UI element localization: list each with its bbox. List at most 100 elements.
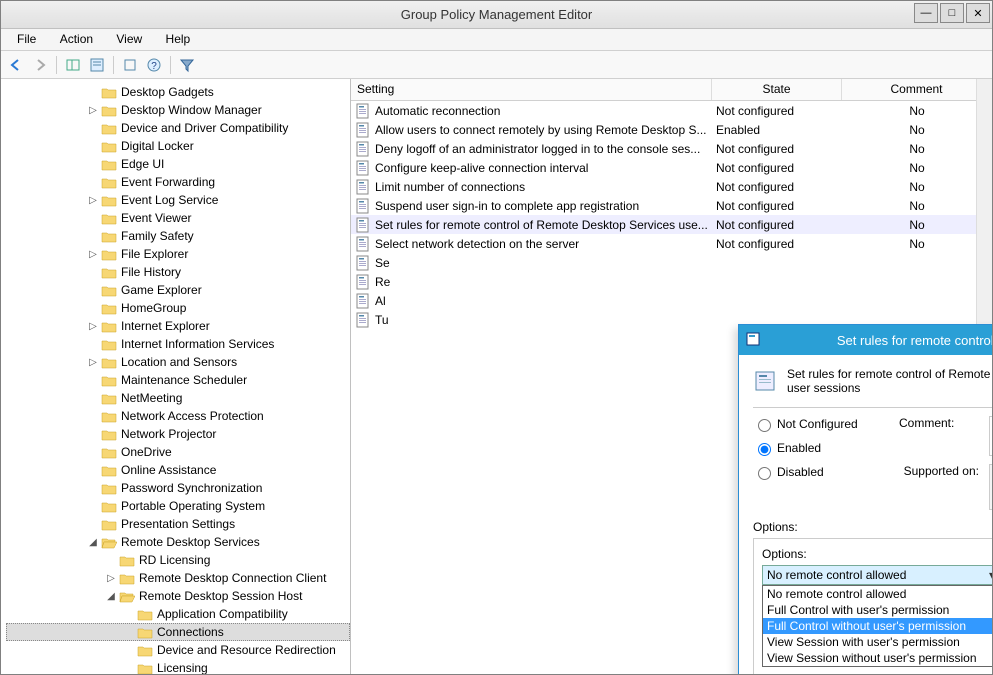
tree-item[interactable]: ◢Remote Desktop Services <box>7 533 350 551</box>
tree-item[interactable]: Network Access Protection <box>7 407 350 425</box>
tree-item[interactable]: Online Assistance <box>7 461 350 479</box>
folder-icon <box>101 302 117 315</box>
folder-icon <box>101 320 117 333</box>
tree-item[interactable]: Licensing <box>7 659 350 674</box>
tree-item-label: Family Safety <box>121 229 194 243</box>
tree-item[interactable]: Device and Resource Redirection <box>7 641 350 659</box>
tree-item[interactable]: Portable Operating System <box>7 497 350 515</box>
menu-view[interactable]: View <box>106 29 152 46</box>
options-combo[interactable]: No remote control allowed No remote cont… <box>762 565 992 667</box>
expander-icon[interactable]: ▷ <box>87 249 99 260</box>
folder-icon <box>119 554 135 567</box>
tree-item[interactable]: Event Viewer <box>7 209 350 227</box>
setting-name: Automatic reconnection <box>375 104 500 118</box>
combo-option[interactable]: View Session without user's permission <box>763 650 992 666</box>
tree-pane[interactable]: Desktop Gadgets▷Desktop Window ManagerDe… <box>1 79 351 674</box>
menu-file[interactable]: File <box>7 29 46 46</box>
folder-open-icon <box>101 536 117 549</box>
expander-icon[interactable]: ▷ <box>87 105 99 116</box>
radio-not-configured[interactable]: Not Configured <box>753 416 883 432</box>
tree-item[interactable]: Application Compatibility <box>7 605 350 623</box>
tree-item[interactable]: Presentation Settings <box>7 515 350 533</box>
forward-button[interactable] <box>29 54 51 76</box>
tree-item[interactable]: Family Safety <box>7 227 350 245</box>
dialog-titlebar[interactable]: Set rules for remote control of Remote D… <box>739 325 992 355</box>
tree-item[interactable]: Event Forwarding <box>7 173 350 191</box>
expander-icon[interactable]: ▷ <box>87 357 99 368</box>
setting-state: Not configured <box>712 142 842 156</box>
help-button[interactable]: ? <box>143 54 165 76</box>
combo-selected[interactable]: No remote control allowed <box>762 565 992 585</box>
col-comment[interactable]: Comment <box>842 79 992 100</box>
combo-option[interactable]: Full Control with user's permission <box>763 602 992 618</box>
close-button[interactable]: ✕ <box>966 3 990 23</box>
folder-icon <box>101 374 117 387</box>
setting-row[interactable]: Se <box>351 253 992 272</box>
tree-item-label: Desktop Gadgets <box>121 85 214 99</box>
back-button[interactable] <box>5 54 27 76</box>
tree-item[interactable]: ▷Remote Desktop Connection Client <box>7 569 350 587</box>
tree-item[interactable]: ▷Location and Sensors <box>7 353 350 371</box>
tree-item[interactable]: ◢Remote Desktop Session Host <box>7 587 350 605</box>
tree-item[interactable]: Password Synchronization <box>7 479 350 497</box>
tree-item[interactable]: NetMeeting <box>7 389 350 407</box>
radio-enabled[interactable]: Enabled <box>753 440 883 456</box>
expander-icon[interactable]: ▷ <box>87 195 99 206</box>
setting-row[interactable]: Suspend user sign-in to complete app reg… <box>351 196 992 215</box>
setting-row[interactable]: Deny logoff of an administrator logged i… <box>351 139 992 158</box>
tree-item[interactable]: OneDrive <box>7 443 350 461</box>
tree-item[interactable]: Internet Information Services <box>7 335 350 353</box>
maximize-button[interactable]: □ <box>940 3 964 23</box>
tree-item[interactable]: ▷File Explorer <box>7 245 350 263</box>
col-setting[interactable]: Setting <box>351 79 712 100</box>
expander-icon[interactable]: ◢ <box>87 537 99 548</box>
tree-item[interactable]: Connections <box>6 623 350 641</box>
svg-text:?: ? <box>151 61 157 72</box>
properties-button[interactable] <box>86 54 108 76</box>
setting-row[interactable]: Allow users to connect remotely by using… <box>351 120 992 139</box>
tree-item-label: Online Assistance <box>121 463 216 477</box>
setting-row[interactable]: Select network detection on the serverNo… <box>351 234 992 253</box>
col-state[interactable]: State <box>712 79 842 100</box>
tree-item[interactable]: HomeGroup <box>7 299 350 317</box>
setting-row[interactable]: Al <box>351 291 992 310</box>
show-hide-button[interactable] <box>62 54 84 76</box>
tree-item[interactable]: Edge UI <box>7 155 350 173</box>
filter-button[interactable] <box>176 54 198 76</box>
tree-item[interactable]: File History <box>7 263 350 281</box>
tree-item[interactable]: Desktop Gadgets <box>7 83 350 101</box>
expander-icon[interactable]: ▷ <box>87 321 99 332</box>
expander-icon[interactable]: ▷ <box>105 573 117 584</box>
refresh-button[interactable] <box>119 54 141 76</box>
tree-item[interactable]: Game Explorer <box>7 281 350 299</box>
tree-item[interactable]: ▷Internet Explorer <box>7 317 350 335</box>
expander-icon[interactable]: ◢ <box>105 591 117 602</box>
setting-state: Not configured <box>712 180 842 194</box>
menu-action[interactable]: Action <box>50 29 103 46</box>
menubar: File Action View Help <box>1 29 992 51</box>
tree-item[interactable]: Network Projector <box>7 425 350 443</box>
combo-option[interactable]: No remote control allowed <box>763 586 992 602</box>
comment-textbox[interactable] <box>989 416 992 456</box>
combo-option[interactable]: View Session with user's permission <box>763 634 992 650</box>
folder-icon <box>101 212 117 225</box>
setting-row[interactable]: Configure keep-alive connection interval… <box>351 158 992 177</box>
tree-item-label: Digital Locker <box>121 139 194 153</box>
tree-item[interactable]: Digital Locker <box>7 137 350 155</box>
minimize-button[interactable]: — <box>914 3 938 23</box>
setting-comment: No <box>842 199 992 213</box>
tree-item[interactable]: Maintenance Scheduler <box>7 371 350 389</box>
tree-item[interactable]: Device and Driver Compatibility <box>7 119 350 137</box>
tree-item[interactable]: RD Licensing <box>7 551 350 569</box>
setting-row[interactable]: Set rules for remote control of Remote D… <box>351 215 992 234</box>
setting-row[interactable]: Limit number of connectionsNot configure… <box>351 177 992 196</box>
policy-sheet-icon <box>355 122 371 138</box>
combo-option[interactable]: Full Control without user's permission <box>763 618 992 634</box>
menu-help[interactable]: Help <box>156 29 201 46</box>
setting-row[interactable]: Automatic reconnectionNot configuredNo <box>351 101 992 120</box>
policy-sheet-icon <box>355 274 371 290</box>
radio-disabled[interactable]: Disabled <box>753 464 883 480</box>
tree-item[interactable]: ▷Desktop Window Manager <box>7 101 350 119</box>
tree-item[interactable]: ▷Event Log Service <box>7 191 350 209</box>
setting-row[interactable]: Re <box>351 272 992 291</box>
